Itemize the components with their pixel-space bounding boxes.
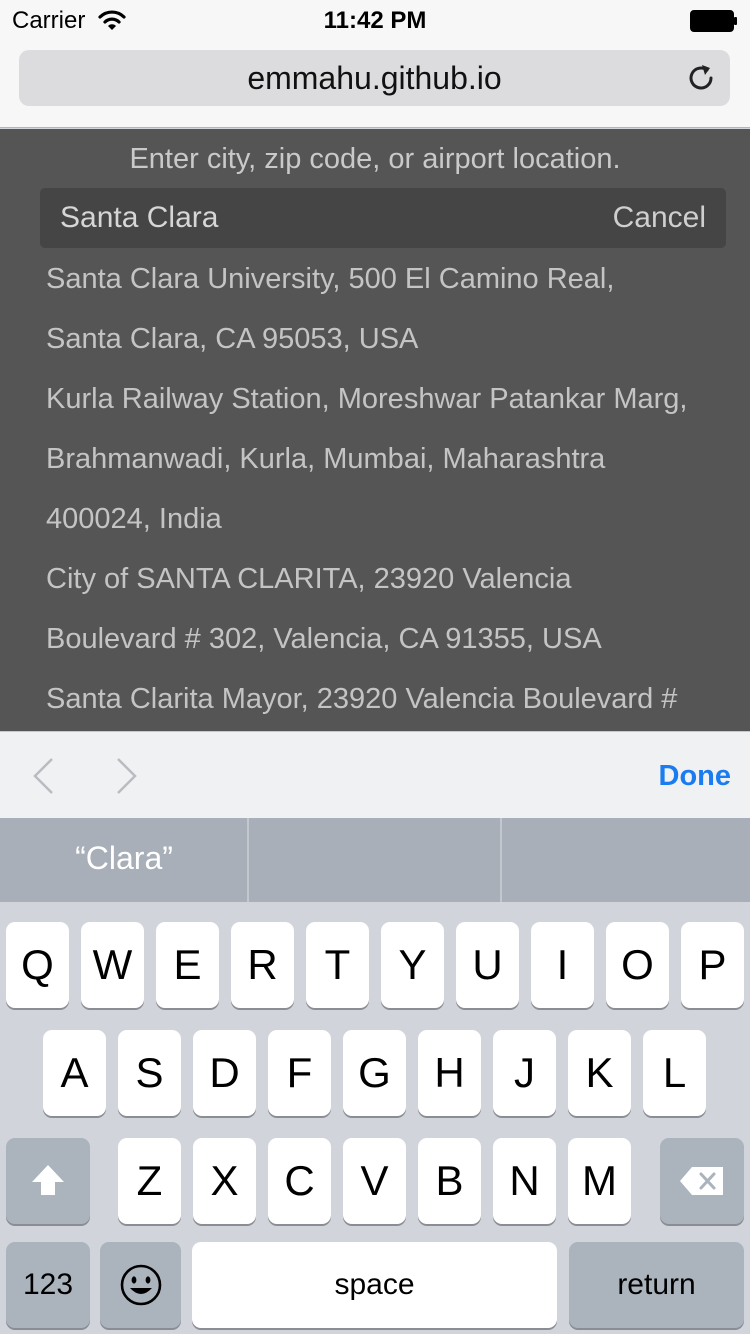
- prediction-suggestion[interactable]: “Clara”: [0, 818, 248, 902]
- key-e[interactable]: E: [156, 922, 219, 1008]
- delete-icon: [680, 1167, 723, 1195]
- space-key[interactable]: space: [192, 1242, 557, 1328]
- key-g[interactable]: G: [343, 1030, 406, 1116]
- key-q[interactable]: Q: [6, 922, 69, 1008]
- numbers-key[interactable]: 123: [6, 1242, 90, 1328]
- key-b[interactable]: B: [418, 1138, 481, 1224]
- key-n[interactable]: N: [493, 1138, 556, 1224]
- key-f[interactable]: F: [268, 1030, 331, 1116]
- clock: 11:42 PM: [323, 7, 427, 34]
- keyboard: Q W E R T Y U I O P A S D F G H J K L Z …: [0, 902, 750, 1334]
- status-bar: Carrier 11:42 PM: [0, 0, 750, 40]
- result-item-line[interactable]: City of SANTA CLARITA, 23920 Valencia: [46, 549, 736, 609]
- shift-key[interactable]: [6, 1138, 90, 1224]
- reload-icon[interactable]: [685, 62, 717, 94]
- predictive-bar: “Clara”: [0, 818, 750, 902]
- keyboard-accessory-bar: Done: [0, 731, 750, 818]
- key-h[interactable]: H: [418, 1030, 481, 1116]
- battery-icon: [690, 10, 737, 32]
- delete-key[interactable]: [660, 1138, 744, 1224]
- url-text: emmahu.github.io: [247, 60, 502, 96]
- key-m[interactable]: M: [568, 1138, 631, 1224]
- key-u[interactable]: U: [456, 922, 519, 1008]
- key-i[interactable]: I: [531, 922, 594, 1008]
- key-l[interactable]: L: [643, 1030, 706, 1116]
- results-list: Santa Clara University, 500 El Camino Re…: [46, 249, 736, 729]
- key-t[interactable]: T: [306, 922, 369, 1008]
- emoji-icon: [120, 1264, 161, 1306]
- search-hint: Enter city, zip code, or airport locatio…: [129, 143, 621, 175]
- search-input-value: Santa Clara: [60, 201, 219, 234]
- web-page: Enter city, zip code, or airport locatio…: [0, 129, 750, 731]
- location-search-input[interactable]: Santa Clara Cancel: [40, 188, 726, 248]
- chevron-left-icon[interactable]: [30, 756, 56, 796]
- result-item-line[interactable]: Brahmanwadi, Kurla, Mumbai, Maharashtra: [46, 429, 736, 489]
- result-item-line[interactable]: Boulevard # 302, Valencia, CA 91355, USA: [46, 609, 736, 669]
- shift-icon: [32, 1165, 64, 1195]
- done-button[interactable]: Done: [659, 760, 732, 793]
- result-item-line[interactable]: Santa Clarita Mayor, 23920 Valencia Boul…: [46, 669, 736, 729]
- key-r[interactable]: R: [231, 922, 294, 1008]
- key-v[interactable]: V: [343, 1138, 406, 1224]
- result-item-line[interactable]: Kurla Railway Station, Moreshwar Patanka…: [46, 369, 736, 429]
- result-item-line[interactable]: Santa Clara University, 500 El Camino Re…: [46, 249, 736, 309]
- return-key[interactable]: return: [569, 1242, 744, 1328]
- key-d[interactable]: D: [193, 1030, 256, 1116]
- key-z[interactable]: Z: [118, 1138, 181, 1224]
- prediction-suggestion[interactable]: [502, 818, 750, 902]
- key-s[interactable]: S: [118, 1030, 181, 1116]
- key-a[interactable]: A: [43, 1030, 106, 1116]
- key-y[interactable]: Y: [381, 922, 444, 1008]
- result-item-line[interactable]: 400024, India: [46, 489, 736, 549]
- key-o[interactable]: O: [606, 922, 669, 1008]
- result-item-line[interactable]: Santa Clara, CA 95053, USA: [46, 309, 736, 369]
- prediction-suggestion[interactable]: [249, 818, 500, 902]
- key-c[interactable]: C: [268, 1138, 331, 1224]
- emoji-key[interactable]: [100, 1242, 181, 1328]
- key-p[interactable]: P: [681, 922, 744, 1008]
- cancel-button[interactable]: Cancel: [613, 201, 706, 235]
- key-w[interactable]: W: [81, 922, 144, 1008]
- key-k[interactable]: K: [568, 1030, 631, 1116]
- browser-chrome: Carrier 11:42 PM emmahu.github.io: [0, 0, 750, 128]
- url-bar[interactable]: emmahu.github.io: [19, 50, 730, 106]
- chevron-right-icon[interactable]: [114, 756, 140, 796]
- key-j[interactable]: J: [493, 1030, 556, 1116]
- key-x[interactable]: X: [193, 1138, 256, 1224]
